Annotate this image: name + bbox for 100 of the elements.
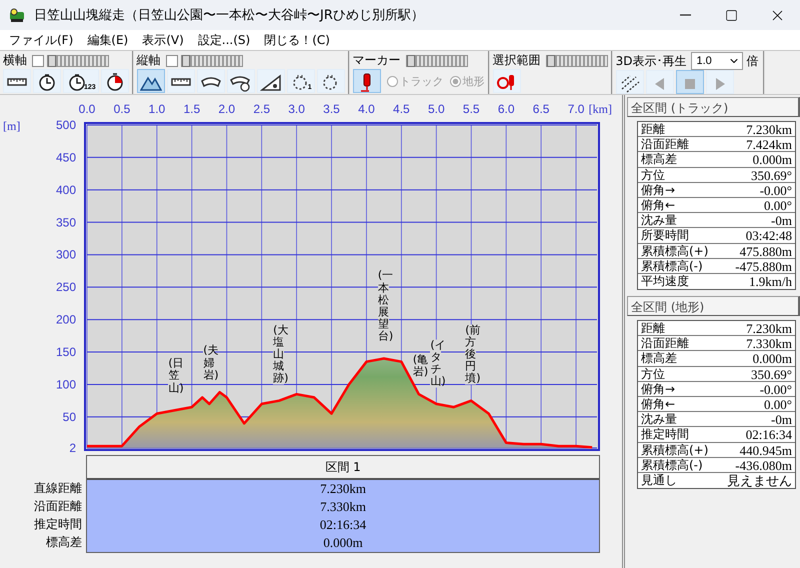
x-tick-label: 1.0 — [148, 102, 166, 116]
table-cell-text: 見通し — [640, 472, 678, 488]
menu-item[interactable]: 表示(V) — [135, 30, 191, 50]
table-cell-text: 7.230km — [745, 321, 793, 336]
row-label: 標高差 — [46, 534, 82, 551]
slope-icon — [260, 72, 282, 92]
y-tick-label: 500 — [56, 118, 76, 132]
table-cell-text: -436.080m — [734, 458, 793, 472]
tool-button[interactable] — [136, 69, 165, 93]
slider-thumb[interactable] — [546, 54, 555, 66]
group-label: 縦軸 — [136, 52, 161, 69]
app-icon — [8, 7, 26, 23]
table-cell-text: 02:16:34 — [744, 427, 793, 442]
radio-label: 地形 — [462, 74, 485, 88]
group-label: 横軸 — [3, 52, 27, 69]
x-tick-label: 5.0 — [428, 102, 445, 116]
table-cell-text: 俯角← — [640, 397, 676, 412]
table-cell-text: 0.00° — [763, 397, 793, 412]
row-label: 沿面距離 — [34, 498, 82, 515]
table-cell-text: 350.69° — [750, 168, 793, 182]
table-cell-text: 1.9km/h — [748, 274, 793, 290]
y-axis-unit: [m] — [3, 119, 20, 133]
speed-select[interactable]: 1.0 — [691, 52, 744, 70]
x-tick-label: 6.0 — [498, 102, 515, 116]
table-cell-text: 0.00° — [763, 198, 793, 212]
y-tick-label: 200 — [56, 312, 76, 327]
striped-slider[interactable] — [406, 54, 468, 66]
y-tick-label: 450 — [56, 150, 76, 164]
menu-item[interactable]: 編集(E) — [80, 30, 136, 50]
y-tick-label: 2 — [69, 441, 76, 453]
slider-thumb[interactable] — [406, 54, 415, 66]
table-cell-text: 沈み量 — [640, 412, 678, 426]
table-cell-text: 推定時間 — [640, 427, 690, 442]
table-cell-text: 沿面距離 — [640, 137, 690, 152]
minimize-icon — [680, 14, 690, 16]
x-tick-label: 2.0 — [218, 102, 236, 116]
table-cell-text: 7.230km — [745, 122, 793, 136]
group-label: 選択範囲 — [492, 52, 541, 69]
table-cell-text: 沈み量 — [640, 213, 678, 228]
striped-slider[interactable] — [546, 54, 608, 66]
table-cell-text: -0.00° — [758, 382, 793, 396]
checkbox[interactable] — [166, 54, 178, 66]
table-cell-text: 標高差 — [640, 351, 678, 366]
table-cell-text: 俯角← — [640, 198, 676, 212]
table-cell-text: 累積標高(-) — [640, 458, 704, 472]
section-header: 全区間 (地形) — [627, 296, 800, 316]
x-tick-label: 3.5 — [323, 102, 340, 116]
checkbox[interactable] — [32, 54, 44, 66]
x-tick-label: 3.0 — [288, 102, 305, 116]
table-cell-text: 0.000m — [752, 351, 793, 366]
row-label: 推定時間 — [34, 516, 82, 533]
group-label: 3D表示･再生 — [616, 52, 686, 70]
table-cell-text: 所要時間 — [640, 228, 690, 242]
table-cell-text: 沿面距離 — [640, 336, 690, 350]
x-axis-unit: [km] — [588, 102, 612, 116]
table-cell-text: 見えません — [726, 472, 793, 488]
x-tick-label: 0.0 — [78, 102, 96, 116]
table-cell-text: 俯角→ — [640, 182, 676, 197]
table-cell-text: 7.230km — [319, 480, 367, 498]
y-tick-label: 350 — [56, 215, 76, 230]
y-tick-label: 50 — [62, 410, 76, 424]
table-cell-text: 475.880m — [738, 244, 793, 258]
x-tick-label: 5.5 — [462, 102, 480, 116]
slider-thumb[interactable] — [48, 54, 56, 66]
y-tick-label: 300 — [56, 248, 76, 262]
x-tick-label: 4.5 — [393, 102, 410, 116]
table-cell-text: -475.880m — [734, 258, 793, 273]
table-cell-text: -0m — [770, 412, 793, 426]
menu-item[interactable]: 設定...(S) — [190, 30, 258, 50]
table-cell-text: 標高差 — [640, 152, 678, 167]
y-tick-label: 400 — [56, 182, 76, 197]
table-cell-text: 7.424km — [745, 137, 793, 152]
table-cell-text: 距離 — [640, 321, 666, 336]
table-cell-text: 7.330km — [745, 336, 793, 350]
menu-item[interactable]: 閉じる！(C) — [257, 30, 337, 50]
table-cell-text: 02:16:34 — [318, 516, 368, 534]
y-tick-label: 250 — [56, 280, 76, 294]
table-cell-text: 平均速度 — [640, 274, 690, 290]
table-cell-text: -0m — [770, 213, 793, 228]
group-label: マーカー — [352, 52, 401, 69]
table-cell-text: 累積標高(-) — [640, 258, 704, 273]
tool-button[interactable] — [352, 69, 381, 93]
table-cell-text: 方位 — [640, 168, 666, 182]
row-label: 直線距離 — [34, 480, 82, 497]
unit-label: 倍 — [746, 52, 758, 70]
x-tick-label: 7.0 — [568, 102, 584, 116]
slider-thumb[interactable] — [182, 54, 190, 66]
table-cell-text: 03:42:48 — [744, 228, 793, 242]
table-cell-text: 7.330km — [319, 498, 367, 516]
striped-slider[interactable] — [47, 54, 109, 66]
striped-slider[interactable] — [180, 54, 243, 66]
table-cell-text: 累積標高(+) — [640, 442, 710, 457]
menu-item[interactable]: ファイル(F) — [2, 30, 80, 50]
x-tick-label: 2.5 — [253, 102, 270, 116]
window-title: 日笠山山塊縦走（日笠山公園〜一本松〜大谷峠〜JRひめじ別所駅） — [34, 7, 425, 24]
table-cell-text: 0.000m — [752, 152, 793, 167]
table-cell-text: 累積標高(+) — [640, 244, 710, 258]
maximize-icon — [724, 8, 738, 22]
table-cell-text: 440.945m — [738, 442, 793, 457]
table-cell-text: 俯角→ — [640, 382, 676, 396]
